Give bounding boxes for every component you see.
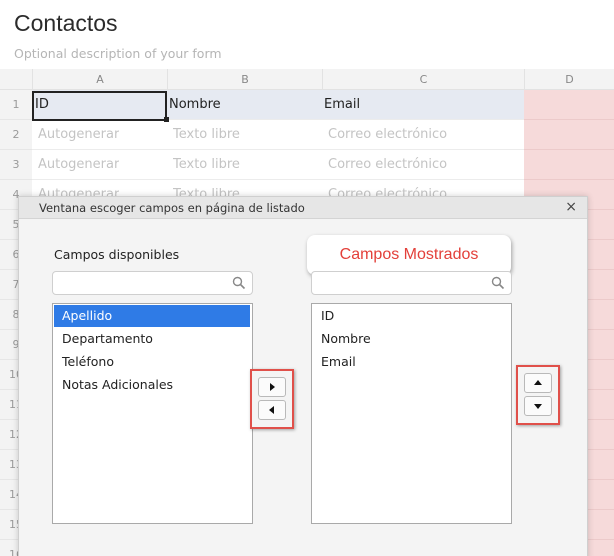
list-item[interactable]: Email bbox=[313, 351, 509, 373]
dialog-titlebar[interactable]: Ventana escoger campos en página de list… bbox=[19, 197, 587, 219]
row-number[interactable]: 2 bbox=[0, 120, 32, 150]
close-icon[interactable]: × bbox=[565, 199, 577, 215]
row-number[interactable]: 1 bbox=[0, 90, 32, 120]
cell-c3[interactable]: Correo electrónico bbox=[328, 150, 447, 180]
column-headers: A B C D bbox=[0, 69, 614, 90]
list-item[interactable]: Notas Adicionales bbox=[54, 374, 250, 396]
cell-b1[interactable]: Nombre bbox=[169, 90, 319, 120]
move-buttons-group bbox=[250, 369, 294, 429]
available-fields-list[interactable]: Apellido Departamento Teléfono Notas Adicio… bbox=[52, 303, 253, 524]
search-icon bbox=[232, 276, 246, 290]
cell-d[interactable] bbox=[524, 90, 614, 120]
list-item[interactable]: Teléfono bbox=[54, 351, 250, 373]
active-cell-outline bbox=[32, 91, 167, 121]
search-icon bbox=[491, 276, 505, 290]
form-description: Optional description of your form bbox=[14, 46, 222, 61]
shown-search-box[interactable] bbox=[311, 271, 512, 295]
cell-b3[interactable]: Texto libre bbox=[173, 150, 240, 180]
cell-d[interactable] bbox=[524, 150, 614, 180]
column-header-c[interactable]: C bbox=[322, 69, 524, 90]
list-item[interactable]: Nombre bbox=[313, 328, 509, 350]
triangle-left-icon bbox=[269, 406, 274, 414]
available-search-input[interactable] bbox=[59, 274, 228, 292]
available-search-box[interactable] bbox=[52, 271, 253, 295]
available-fields-label: Campos disponibles bbox=[54, 247, 180, 262]
cell-a2[interactable]: Autogenerar bbox=[38, 120, 119, 150]
list-item[interactable]: Departamento bbox=[54, 328, 250, 350]
shown-fields-callout: Campos Mostrados bbox=[307, 235, 511, 275]
triangle-right-icon bbox=[270, 383, 275, 391]
move-down-button[interactable] bbox=[524, 396, 552, 416]
row-number[interactable]: 3 bbox=[0, 150, 32, 180]
cell-c2[interactable]: Correo electrónico bbox=[328, 120, 447, 150]
choose-fields-dialog: Ventana escoger campos en página de list… bbox=[18, 196, 588, 556]
shown-fields-list[interactable]: ID Nombre Email bbox=[311, 303, 512, 524]
fill-handle[interactable] bbox=[164, 117, 169, 122]
move-left-button[interactable] bbox=[258, 400, 286, 420]
column-header-d[interactable]: D bbox=[524, 69, 614, 90]
cell-c1[interactable]: Email bbox=[324, 90, 519, 120]
dialog-title: Ventana escoger campos en página de list… bbox=[39, 201, 305, 215]
triangle-down-icon bbox=[534, 404, 542, 409]
move-up-button[interactable] bbox=[524, 373, 552, 393]
list-item[interactable]: Apellido bbox=[54, 305, 250, 327]
shown-search-input[interactable] bbox=[318, 274, 487, 292]
cell-d[interactable] bbox=[524, 120, 614, 150]
column-header-b[interactable]: B bbox=[167, 69, 322, 90]
cell-b2[interactable]: Texto libre bbox=[173, 120, 240, 150]
cell-a3[interactable]: Autogenerar bbox=[38, 150, 119, 180]
form-title: Contactos bbox=[14, 10, 118, 36]
triangle-up-icon bbox=[534, 380, 542, 385]
order-buttons-group bbox=[516, 365, 560, 425]
move-right-button[interactable] bbox=[258, 377, 286, 397]
column-header-a[interactable]: A bbox=[32, 69, 167, 90]
list-item[interactable]: ID bbox=[313, 305, 509, 327]
